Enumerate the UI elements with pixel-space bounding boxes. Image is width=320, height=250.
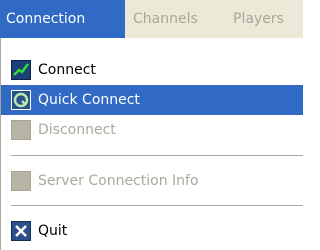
server-info-icon [11, 171, 31, 191]
menu-item-quick-connect[interactable]: Quick Connect [1, 85, 303, 115]
menu-tab-channels[interactable]: Channels [133, 0, 198, 38]
connection-dropdown-menu: Connect Quick Connect Disconnect Server … [0, 38, 303, 250]
menu-item-quit[interactable]: Quit [1, 216, 303, 246]
menu-item-label: Quick Connect [38, 92, 140, 108]
quick-connect-icon [11, 90, 31, 110]
connect-icon [11, 60, 31, 80]
menu-tab-connection[interactable]: Connection [0, 0, 125, 38]
disconnect-icon [11, 120, 31, 140]
menu-separator [11, 155, 303, 157]
menu-separator [11, 205, 303, 207]
menu-item-label: Server Connection Info [38, 173, 199, 189]
menu-item-connect[interactable]: Connect [1, 55, 303, 85]
menu-item-server-connection-info[interactable]: Server Connection Info [1, 166, 303, 196]
menu-tab-players[interactable]: Players [233, 0, 284, 38]
menu-item-disconnect[interactable]: Disconnect [1, 115, 303, 145]
menu-item-label: Connect [38, 62, 96, 78]
menubar: Connection Channels Players [0, 0, 303, 38]
menu-item-label: Quit [38, 223, 68, 239]
menu-item-label: Disconnect [38, 122, 116, 138]
quit-icon [11, 221, 31, 241]
